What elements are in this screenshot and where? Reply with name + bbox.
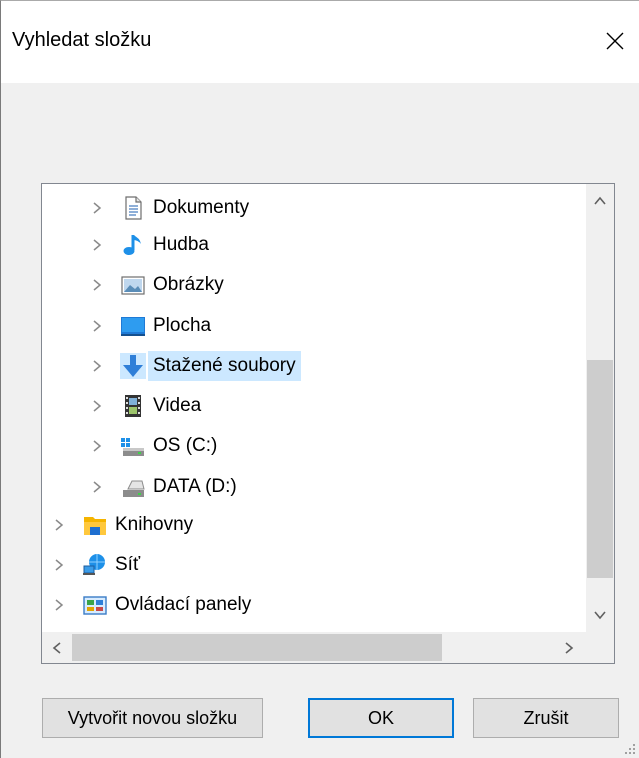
cancel-button[interactable]: Zrušit (473, 698, 619, 738)
tree-item-label: OS (C:) (153, 435, 218, 456)
scroll-down-button[interactable] (586, 598, 614, 632)
tree-item-label: Hudba (153, 234, 209, 255)
tree-item-dokumenty[interactable]: Dokumenty (90, 190, 249, 226)
drive-icon (120, 474, 146, 500)
video-film-icon (120, 393, 146, 419)
vertical-scroll-thumb[interactable] (587, 360, 613, 578)
dialog-title: Vyhledat složku (12, 29, 152, 51)
chevron-up-icon (594, 196, 606, 205)
horizontal-scroll-thumb[interactable] (72, 634, 442, 661)
tree-item-videa[interactable]: Videa (90, 388, 201, 424)
system-drive-icon (120, 433, 146, 459)
chevron-right-icon[interactable] (90, 319, 104, 333)
chevron-right-icon[interactable] (52, 518, 66, 532)
tree-item-os-c[interactable]: OS (C:) (90, 428, 217, 464)
tree-item-obrazky[interactable]: Obrázky (90, 267, 224, 303)
chevron-right-icon[interactable] (52, 558, 66, 572)
chevron-right-icon[interactable] (90, 238, 104, 252)
tree-item-plocha[interactable]: Plocha (90, 308, 211, 344)
vertical-scrollbar[interactable] (586, 184, 614, 632)
resize-grip-icon[interactable] (624, 743, 636, 755)
tree-item-sit[interactable]: Síť (52, 547, 140, 583)
tree-item-hudba[interactable]: Hudba (90, 227, 209, 263)
horizontal-scrollbar[interactable] (42, 632, 587, 663)
ok-button[interactable]: OK (308, 698, 454, 738)
chevron-right-icon (565, 641, 574, 654)
documents-icon (120, 195, 146, 221)
tree-item-label: Stažené soubory (148, 351, 301, 381)
scrollbar-corner (586, 632, 614, 663)
network-icon (82, 552, 108, 578)
tree-item-label: Ovládací panely (115, 594, 252, 615)
control-panel-icon (82, 592, 108, 618)
scroll-left-button[interactable] (42, 632, 72, 663)
tree-item-stazene-soubory[interactable]: Stažené soubory (90, 348, 301, 384)
close-button[interactable] (597, 21, 633, 61)
tree-item-label: Síť (115, 554, 141, 575)
scroll-up-button[interactable] (586, 184, 614, 218)
tree-item-label: Knihovny (115, 514, 194, 535)
new-folder-button[interactable]: Vytvořit novou složku (42, 698, 263, 738)
tree-rows: Dokumenty Hudba Obrázky Plocha Stažené s… (42, 184, 587, 632)
tree-item-label: DATA (D:) (153, 476, 237, 497)
chevron-right-icon[interactable] (90, 480, 104, 494)
folder-tree[interactable]: Dokumenty Hudba Obrázky Plocha Stažené s… (41, 183, 615, 664)
scroll-right-button[interactable] (554, 632, 584, 663)
chevron-right-icon[interactable] (90, 201, 104, 215)
music-note-icon (120, 232, 146, 258)
chevron-right-icon[interactable] (90, 399, 104, 413)
tree-item-data-d[interactable]: DATA (D:) (90, 469, 237, 505)
chevron-left-icon (52, 641, 61, 654)
tree-item-knihovny[interactable]: Knihovny (52, 507, 193, 543)
chevron-right-icon[interactable] (90, 278, 104, 292)
libraries-icon (82, 512, 108, 538)
download-arrow-icon (120, 353, 146, 379)
pictures-icon (120, 272, 146, 298)
title-bar: Vyhledat složku (1, 1, 639, 83)
chevron-right-icon[interactable] (90, 359, 104, 373)
browse-folder-dialog: Vyhledat složku Dokumenty Hudba Obrázky … (0, 0, 639, 758)
tree-item-label: Plocha (153, 315, 212, 336)
chevron-down-icon (594, 611, 606, 620)
close-icon (606, 32, 624, 50)
tree-item-label: Obrázky (153, 274, 224, 295)
chevron-right-icon[interactable] (52, 598, 66, 612)
chevron-right-icon[interactable] (90, 439, 104, 453)
tree-item-label: Dokumenty (153, 197, 250, 218)
tree-item-label: Videa (153, 395, 202, 416)
tree-item-ovladaci-panely[interactable]: Ovládací panely (52, 587, 251, 623)
desktop-icon (120, 313, 146, 339)
